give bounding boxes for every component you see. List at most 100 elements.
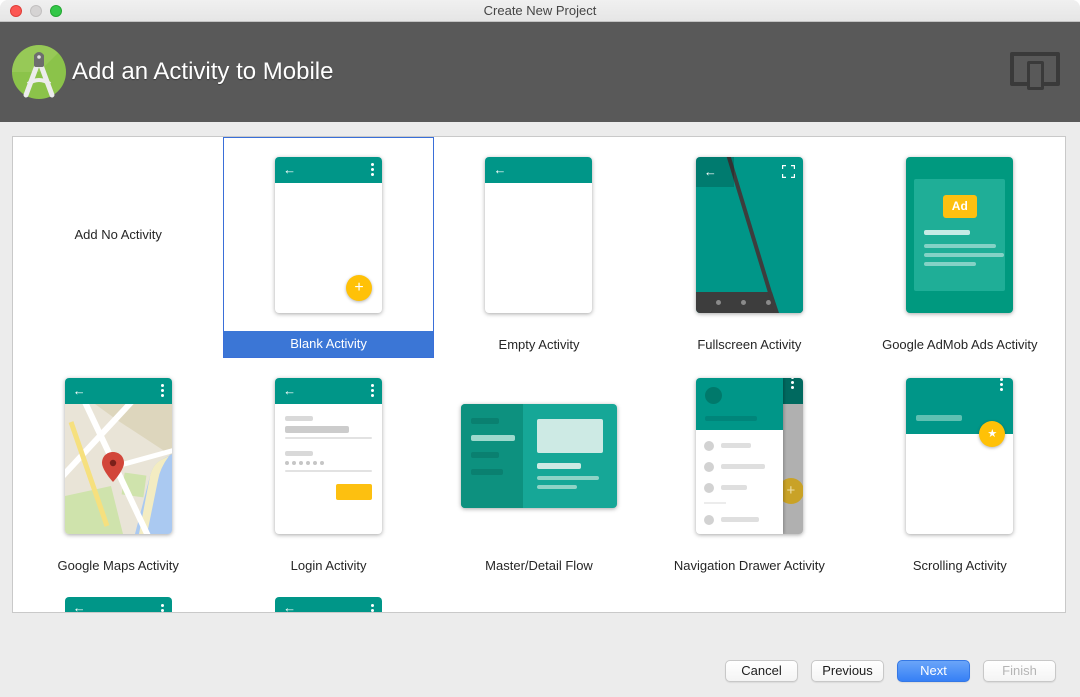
map-graphic xyxy=(64,403,172,534)
thumb-area: ← xyxy=(223,358,433,553)
previous-button[interactable]: Previous xyxy=(811,660,884,682)
gallery-item-google-admob-ads-activity[interactable]: Ad Google AdMob Ads Activity xyxy=(855,137,1065,358)
admob-activity-thumbnail: Ad xyxy=(906,156,1014,313)
drawer-panel xyxy=(695,377,783,534)
thumb-area: ← xyxy=(644,137,854,332)
gallery-item-label: Login Activity xyxy=(290,558,367,573)
thumb-area: ← xyxy=(13,358,223,553)
thumb-area: ← xyxy=(13,579,223,612)
activity-gallery-panel: Add No Activity ← + Blank Activity ← Emp… xyxy=(12,136,1066,613)
gallery-row-1: Add No Activity ← + Blank Activity ← Emp… xyxy=(13,137,1065,358)
back-arrow-icon: ← xyxy=(72,599,86,613)
zoom-button[interactable] xyxy=(50,5,62,17)
overflow-menu-icon xyxy=(160,384,164,387)
fab-star-icon: ★ xyxy=(979,420,1006,447)
app-bar: ← xyxy=(275,156,383,183)
gallery-item-master-detail-flow[interactable]: Master/Detail Flow xyxy=(434,358,644,579)
gallery-item-partial-1[interactable]: ← xyxy=(13,579,223,612)
navigation-drawer-thumbnail: + xyxy=(695,377,803,534)
thumb-area xyxy=(434,358,644,553)
gallery-item-label: Google Maps Activity xyxy=(57,558,179,573)
window-title: Create New Project xyxy=(483,3,597,18)
back-arrow-icon: ← xyxy=(283,162,297,177)
create-new-project-window: Create New Project Add an Activity to Mo… xyxy=(0,0,1080,697)
wizard-header: Add an Activity to Mobile xyxy=(0,22,1080,122)
detail-pane-placeholder xyxy=(536,404,603,489)
fullscreen-expand-icon xyxy=(781,164,795,178)
partial-thumbnail: ← xyxy=(64,597,172,613)
overflow-menu-icon xyxy=(791,377,795,379)
drawer-header xyxy=(695,377,783,430)
traffic-lights xyxy=(10,5,62,17)
gallery-item-label: Navigation Drawer Activity xyxy=(673,558,825,573)
gallery-item-partial-2[interactable]: ← xyxy=(223,579,433,612)
next-button[interactable]: Next xyxy=(897,660,970,682)
gallery-item-label: Add No Activity xyxy=(74,227,162,242)
text-placeholder-lines xyxy=(914,218,1005,266)
android-studio-logo-icon xyxy=(12,45,66,99)
back-arrow-icon: ← xyxy=(72,383,86,398)
ad-badge: Ad xyxy=(942,194,977,218)
login-form-placeholder xyxy=(275,404,382,500)
avatar-placeholder xyxy=(704,386,722,404)
thumb-area: ★ xyxy=(855,358,1065,553)
page-title: Add an Activity to Mobile xyxy=(72,58,334,85)
overflow-menu-icon xyxy=(160,604,164,607)
thumb-area: Add No Activity xyxy=(13,137,223,332)
cancel-button[interactable]: Cancel xyxy=(725,660,798,682)
gallery-item-label: Master/Detail Flow xyxy=(485,558,593,573)
app-bar: ← xyxy=(485,156,593,183)
gallery-item-scrolling-activity[interactable]: ★ Scrolling Activity xyxy=(855,358,1065,579)
overflow-menu-icon xyxy=(371,163,375,166)
thumb-area: + xyxy=(644,358,854,553)
content-area: Add No Activity ← + Blank Activity ← Emp… xyxy=(0,122,1080,697)
ad-content-panel: Ad xyxy=(914,178,1006,291)
overflow-menu-icon xyxy=(371,604,375,607)
desktop-and-phone-icon xyxy=(1010,52,1060,92)
thumb-area: ← + xyxy=(224,138,432,331)
master-list-placeholder xyxy=(460,403,523,508)
overflow-menu-icon xyxy=(1000,377,1004,381)
gallery-item-blank-activity[interactable]: ← + Blank Activity xyxy=(223,137,434,358)
gallery-item-fullscreen-activity[interactable]: ← Fullscreen Activity xyxy=(644,137,854,358)
fab-plus-icon: + xyxy=(346,274,373,301)
back-arrow-icon: ← xyxy=(283,599,297,613)
overflow-menu-icon xyxy=(371,384,375,387)
empty-cell xyxy=(434,579,644,612)
gallery-item-label: Empty Activity xyxy=(498,337,580,352)
gallery-item-navigation-drawer-activity[interactable]: + Navigation Drawer Activity xyxy=(644,358,854,579)
app-bar: ← xyxy=(64,377,172,404)
gallery-item-label xyxy=(13,332,223,358)
minimize-button[interactable] xyxy=(30,5,42,17)
empty-activity-thumbnail: ← xyxy=(485,156,593,313)
gallery-row-3: ← ← xyxy=(13,579,1065,612)
empty-cell xyxy=(644,579,854,612)
gallery-item-add-no-activity[interactable]: Add No Activity xyxy=(13,137,223,358)
phone-icon xyxy=(1027,61,1044,90)
titlebar[interactable]: Create New Project xyxy=(0,0,1080,22)
app-bar: ← xyxy=(695,156,734,187)
wizard-buttons: Cancel Previous Next Finish xyxy=(725,660,1056,682)
gallery-item-empty-activity[interactable]: ← Empty Activity xyxy=(434,137,644,358)
back-arrow-icon: ← xyxy=(283,383,297,398)
empty-cell xyxy=(855,579,1065,612)
thumb-area: Ad xyxy=(855,137,1065,332)
login-activity-thumbnail: ← xyxy=(275,377,383,534)
finish-button[interactable]: Finish xyxy=(983,660,1056,682)
gallery-item-label: Blank Activity xyxy=(224,331,433,357)
app-bar-corner xyxy=(782,377,803,404)
thumb-area: ← xyxy=(434,137,644,332)
partial-thumbnail: ← xyxy=(275,597,383,613)
login-button-placeholder xyxy=(336,483,373,500)
gallery-row-2: ← Google Maps Activity ← Login Activity … xyxy=(13,358,1065,579)
back-arrow-icon: ← xyxy=(493,162,507,177)
close-button[interactable] xyxy=(10,5,22,17)
maps-activity-thumbnail: ← xyxy=(64,377,172,534)
gallery-item-label: Fullscreen Activity xyxy=(697,337,802,352)
master-detail-thumbnail xyxy=(460,403,617,508)
scrolling-activity-thumbnail: ★ xyxy=(906,377,1014,534)
gallery-item-login-activity[interactable]: ← Login Activity xyxy=(223,358,433,579)
gallery-item-label: Google AdMob Ads Activity xyxy=(882,337,1038,352)
gallery-item-label: Scrolling Activity xyxy=(912,558,1007,573)
gallery-item-google-maps-activity[interactable]: ← Google Maps Activity xyxy=(13,358,223,579)
